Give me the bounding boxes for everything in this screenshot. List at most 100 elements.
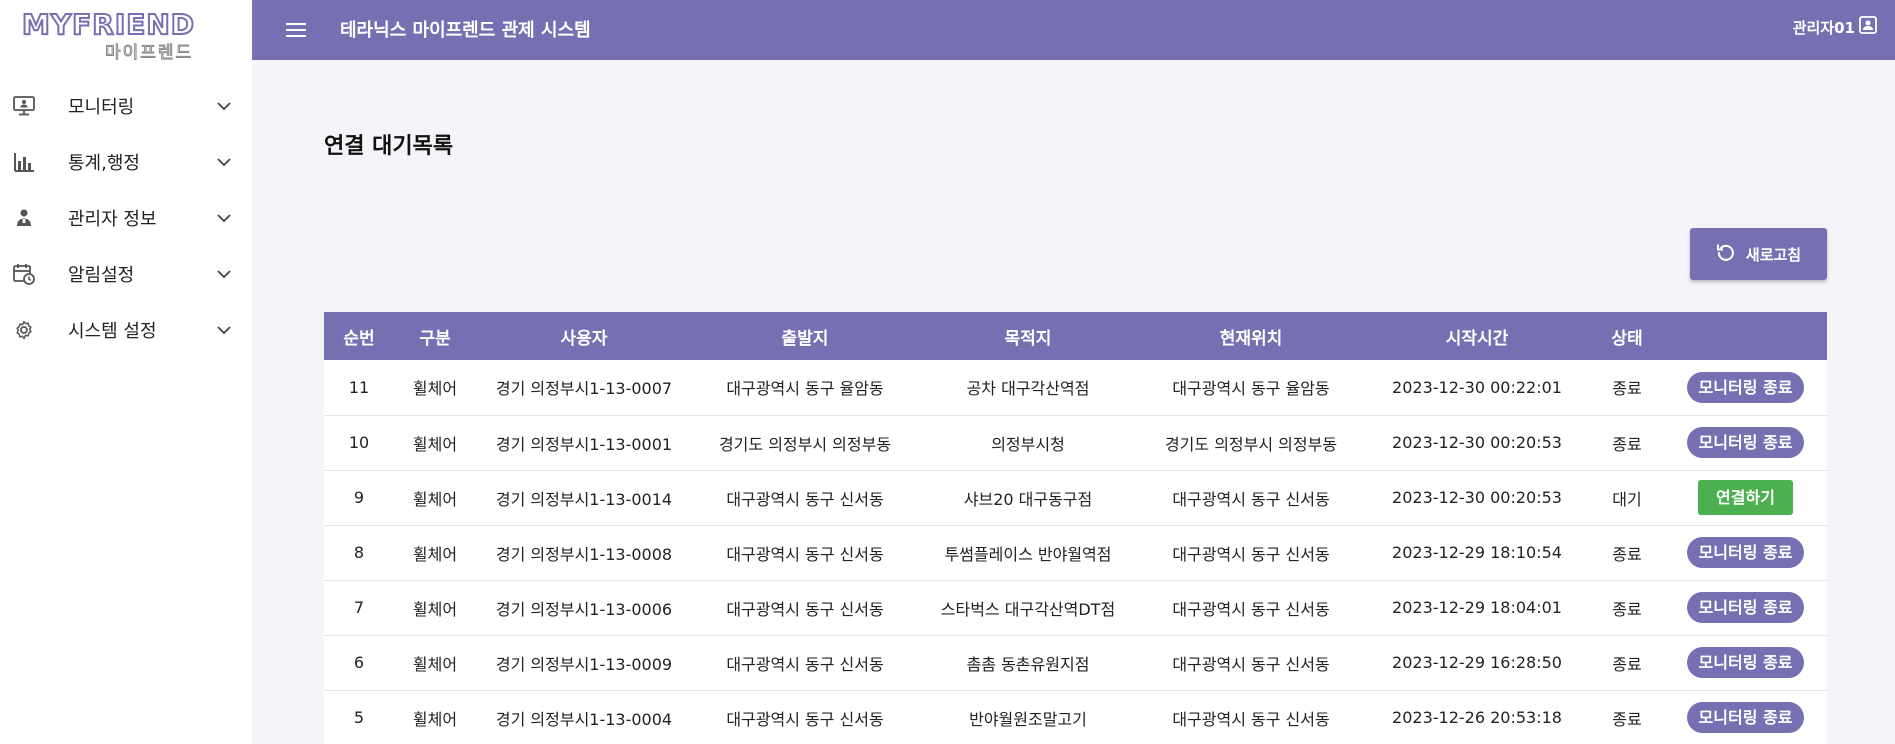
refresh-icon (1716, 242, 1736, 266)
column-header[interactable]: 순번 (324, 312, 394, 360)
cell-no: 7 (324, 580, 394, 636)
cell-dest: 스타벅스 대구각산역DT점 (918, 580, 1138, 636)
cell-status: 종료 (1590, 635, 1664, 691)
cell-dest: 의정부시청 (918, 415, 1138, 471)
column-header (1664, 312, 1827, 360)
refresh-label: 새로고침 (1745, 245, 1802, 264)
column-header[interactable]: 목적지 (918, 312, 1138, 360)
table-row[interactable]: 6 휠체어 경기 의정부시1-13-0009 대구광역시 동구 신서동 촘촘 동촌유원지… (324, 635, 1827, 691)
end-monitoring-button[interactable]: 모니터링 종료 (1686, 537, 1805, 568)
cell-action: 연결하기 (1664, 470, 1827, 526)
cell-status: 종료 (1590, 525, 1664, 581)
column-header[interactable]: 상태 (1590, 312, 1664, 360)
cell-no: 11 (324, 360, 394, 416)
cell-start: 2023-12-30 00:20:53 (1364, 470, 1590, 526)
sidebar-item-system-settings[interactable]: 시스템 설정 (0, 302, 252, 358)
connect-button[interactable]: 연결하기 (1698, 480, 1793, 515)
cell-type: 휠체어 (394, 690, 476, 744)
sidebar-item-label: 알림설정 (68, 265, 135, 286)
refresh-button[interactable]: 새로고침 (1690, 228, 1827, 280)
column-header[interactable]: 출발지 (692, 312, 918, 360)
cell-origin: 대구광역시 동구 신서동 (692, 580, 918, 636)
column-header[interactable]: 사용자 (476, 312, 692, 360)
logo[interactable]: MYFRIEND 마이프렌드 (21, 9, 227, 64)
cell-no: 5 (324, 690, 394, 744)
end-monitoring-button[interactable]: 모니터링 종료 (1686, 371, 1805, 403)
cell-user: 경기 의정부시1-13-0004 (476, 690, 692, 744)
cell-action: 모니터링 종료 (1664, 415, 1827, 471)
cell-type: 휠체어 (394, 525, 476, 581)
table-header-row: 순번 구분 사용자 출발지 목적지 현재위치 시작시간 상태 (324, 312, 1827, 360)
table-body: 11 휠체어 경기 의정부시1-13-0007 대구광역시 동구 율암동 공차 대구각산… (324, 360, 1827, 744)
table-row[interactable]: 10 휠체어 경기 의정부시1-13-0001 경기도 의정부시 의정부동 의정부시청 경… (324, 415, 1827, 471)
cell-no: 9 (324, 470, 394, 526)
chevron-down-icon (214, 264, 234, 284)
cell-start: 2023-12-26 20:53:18 (1364, 690, 1590, 744)
table-row[interactable]: 7 휠체어 경기 의정부시1-13-0006 대구광역시 동구 신서동 스타벅스 대구각… (324, 580, 1827, 636)
sidebar-item-monitoring[interactable]: 모니터링 (0, 78, 252, 134)
end-monitoring-button[interactable]: 모니터링 종료 (1686, 427, 1805, 458)
cell-origin: 대구광역시 동구 신서동 (692, 525, 918, 581)
end-monitoring-button[interactable]: 모니터링 종료 (1686, 647, 1805, 678)
cell-user: 경기 의정부시1-13-0009 (476, 635, 692, 691)
app-title: 테라닉스 마이프렌드 관제 시스템 (340, 20, 591, 41)
cell-start: 2023-12-29 18:04:01 (1364, 580, 1590, 636)
end-monitoring-button[interactable]: 모니터링 종료 (1686, 592, 1805, 623)
sidebar-item-admin-info[interactable]: 관리자 정보 (0, 190, 252, 246)
cell-dest: 샤브20 대구동구점 (918, 470, 1138, 526)
cell-action: 모니터링 종료 (1664, 635, 1827, 691)
user-menu[interactable]: 관리자01 (1793, 16, 1877, 38)
table-row[interactable]: 5 휠체어 경기 의정부시1-13-0004 대구광역시 동구 신서동 반야월원조말고기… (324, 690, 1827, 744)
table-row[interactable]: 11 휠체어 경기 의정부시1-13-0007 대구광역시 동구 율암동 공차 대구각산… (324, 360, 1827, 416)
cell-user: 경기 의정부시1-13-0008 (476, 525, 692, 581)
cell-status: 종료 (1590, 690, 1664, 744)
cell-status: 종료 (1590, 415, 1664, 471)
sidebar-item-statistics[interactable]: 통계,행정 (0, 134, 252, 190)
cell-type: 휠체어 (394, 580, 476, 636)
cell-dest: 촘촘 동촌유원지점 (918, 635, 1138, 691)
table-row[interactable]: 9 휠체어 경기 의정부시1-13-0014 대구광역시 동구 신서동 샤브20 대구동… (324, 470, 1827, 526)
cell-start: 2023-12-30 00:20:53 (1364, 415, 1590, 471)
cell-origin: 대구광역시 동구 율암동 (692, 360, 918, 416)
sidebar: MYFRIEND 마이프렌드 모니터링 통계,행정 관리자 정보 알림설정 시스… (0, 0, 252, 744)
cell-dest: 공차 대구각산역점 (918, 360, 1138, 416)
cell-no: 6 (324, 635, 394, 691)
cell-no: 10 (324, 415, 394, 471)
column-header[interactable]: 시작시간 (1364, 312, 1590, 360)
bar-chart-icon (12, 150, 36, 174)
sidebar-item-label: 관리자 정보 (68, 209, 157, 230)
chevron-down-icon (214, 208, 234, 228)
notification-calendar-icon (12, 262, 36, 286)
cell-action: 모니터링 종료 (1664, 360, 1827, 416)
column-header[interactable]: 현재위치 (1138, 312, 1364, 360)
sidebar-item-notification[interactable]: 알림설정 (0, 246, 252, 302)
cell-start: 2023-12-29 16:28:50 (1364, 635, 1590, 691)
cell-no: 8 (324, 525, 394, 581)
cell-origin: 대구광역시 동구 신서동 (692, 470, 918, 526)
column-header[interactable]: 구분 (394, 312, 476, 360)
table-row[interactable]: 8 휠체어 경기 의정부시1-13-0008 대구광역시 동구 신서동 투썸플레이스 반… (324, 525, 1827, 581)
cell-type: 휠체어 (394, 635, 476, 691)
monitor-icon (12, 94, 36, 118)
page-title: 연결 대기목록 (324, 134, 454, 159)
cell-current: 대구광역시 동구 율암동 (1138, 360, 1364, 416)
cell-type: 휠체어 (394, 470, 476, 526)
cell-status: 종료 (1590, 360, 1664, 416)
cell-user: 경기 의정부시1-13-0007 (476, 360, 692, 416)
hamburger-menu-icon[interactable] (284, 18, 308, 42)
cell-action: 모니터링 종료 (1664, 525, 1827, 581)
cell-type: 휠체어 (394, 360, 476, 416)
end-monitoring-button[interactable]: 모니터링 종료 (1686, 702, 1805, 733)
cell-current: 대구광역시 동구 신서동 (1138, 525, 1364, 581)
cell-action: 모니터링 종료 (1664, 690, 1827, 744)
cell-user: 경기 의정부시1-13-0001 (476, 415, 692, 471)
cell-action: 모니터링 종료 (1664, 580, 1827, 636)
cell-current: 경기도 의정부시 의정부동 (1138, 415, 1364, 471)
chevron-down-icon (214, 96, 234, 116)
chevron-down-icon (214, 152, 234, 172)
cell-origin: 경기도 의정부시 의정부동 (692, 415, 918, 471)
cell-dest: 투썸플레이스 반야월역점 (918, 525, 1138, 581)
cell-origin: 대구광역시 동구 신서동 (692, 635, 918, 691)
sidebar-item-label: 통계,행정 (68, 153, 140, 174)
cell-type: 휠체어 (394, 415, 476, 471)
